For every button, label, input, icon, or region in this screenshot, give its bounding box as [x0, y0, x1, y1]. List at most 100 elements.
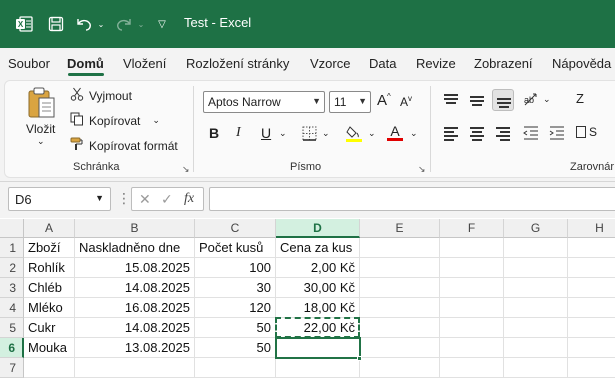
cell-F1[interactable] — [440, 238, 504, 258]
cell-E7[interactable] — [360, 358, 440, 378]
font-launcher-icon[interactable]: ↘ — [418, 164, 426, 175]
bold-button[interactable]: B — [209, 125, 219, 141]
font-name-select[interactable]: Aptos Narrow ▼ — [203, 91, 325, 113]
row-header[interactable]: 5 — [0, 318, 24, 338]
underline-dropdown-icon[interactable]: ⌄ — [279, 128, 287, 139]
cell-C1[interactable]: Počet kusů — [195, 238, 276, 258]
cell-B6[interactable]: 13.08.2025 — [75, 338, 195, 358]
underline-button[interactable]: U — [261, 125, 271, 141]
cell-E3[interactable] — [360, 278, 440, 298]
format-painter-button[interactable]: Kopírovat formát — [70, 137, 178, 154]
borders-dropdown-icon[interactable]: ⌄ — [322, 128, 330, 139]
undo-icon[interactable] — [74, 14, 94, 34]
merge-center-icon[interactable]: S — [576, 125, 597, 139]
clipboard-launcher-icon[interactable]: ↘ — [182, 164, 190, 175]
tab-data[interactable]: Data — [369, 56, 396, 71]
column-header[interactable]: C — [195, 219, 276, 238]
paste-icon[interactable] — [26, 86, 60, 120]
cell-F4[interactable] — [440, 298, 504, 318]
cell-H7[interactable] — [568, 358, 615, 378]
orientation-dropdown-icon[interactable]: ⌄ — [543, 94, 551, 105]
cell-E2[interactable] — [360, 258, 440, 278]
cell-G2[interactable] — [504, 258, 568, 278]
borders-icon[interactable] — [302, 126, 317, 141]
column-header[interactable]: F — [440, 219, 504, 238]
cell-H6[interactable] — [568, 338, 615, 358]
row-header[interactable]: 1 — [0, 238, 24, 258]
tab-soubor[interactable]: Soubor — [8, 56, 50, 71]
formula-input[interactable] — [209, 187, 615, 211]
cell-D3[interactable]: 30,00 Kč — [276, 278, 360, 298]
cell-E1[interactable] — [360, 238, 440, 258]
cell-G5[interactable] — [504, 318, 568, 338]
tab-rozlozeni-stranky[interactable]: Rozložení stránky — [186, 56, 289, 71]
paste-label[interactable]: Vložit — [26, 122, 55, 136]
column-header[interactable]: E — [360, 219, 440, 238]
cell-G4[interactable] — [504, 298, 568, 318]
tab-napoveda[interactable]: Nápověda — [552, 56, 611, 71]
insert-function-icon[interactable]: fx — [184, 191, 194, 207]
font-color-dropdown-icon[interactable]: ⌄ — [410, 128, 418, 139]
cell-B5[interactable]: 14.08.2025 — [75, 318, 195, 338]
cell-H3[interactable] — [568, 278, 615, 298]
copy-button[interactable]: Kopírovat ⌄ — [70, 112, 160, 129]
increase-font-size-icon[interactable]: A^ — [377, 92, 391, 109]
align-left-icon[interactable] — [440, 123, 462, 145]
row-header[interactable]: 2 — [0, 258, 24, 278]
fill-handle[interactable] — [357, 356, 362, 361]
row-header[interactable]: 3 — [0, 278, 24, 298]
confirm-icon[interactable]: ✓ — [161, 191, 173, 208]
cell-D4[interactable]: 18,00 Kč — [276, 298, 360, 318]
decrease-indent-icon[interactable] — [522, 125, 540, 141]
align-center-icon[interactable] — [466, 123, 488, 145]
cell-C3[interactable]: 30 — [195, 278, 276, 298]
align-middle-icon[interactable] — [466, 89, 488, 111]
cell-E4[interactable] — [360, 298, 440, 318]
cell-A4[interactable]: Mléko — [24, 298, 75, 318]
row-header-selected[interactable]: 6 — [0, 338, 24, 358]
increase-indent-icon[interactable] — [548, 125, 566, 141]
cancel-icon[interactable]: ✕ — [139, 191, 151, 208]
redo-dropdown-icon[interactable]: ⌄ — [136, 14, 146, 34]
cell-H4[interactable] — [568, 298, 615, 318]
column-header[interactable]: H — [568, 219, 615, 238]
italic-button[interactable]: I — [236, 125, 241, 141]
cell-C4[interactable]: 120 — [195, 298, 276, 318]
cell-A7[interactable] — [24, 358, 75, 378]
fill-color-icon[interactable] — [346, 124, 362, 142]
paste-dropdown-icon[interactable]: ⌄ — [37, 136, 45, 147]
tab-vzorce[interactable]: Vzorce — [310, 56, 350, 71]
save-icon[interactable] — [46, 14, 66, 34]
cell-H1[interactable] — [568, 238, 615, 258]
cell-C7[interactable] — [195, 358, 276, 378]
cell-A3[interactable]: Chléb — [24, 278, 75, 298]
cell-A5[interactable]: Cukr — [24, 318, 75, 338]
cell-D1[interactable]: Cena za kus — [276, 238, 360, 258]
redo-icon[interactable] — [114, 14, 134, 34]
cell-D2[interactable]: 2,00 Kč — [276, 258, 360, 278]
row-header[interactable]: 4 — [0, 298, 24, 318]
tab-revize[interactable]: Revize — [416, 56, 456, 71]
cell-F3[interactable] — [440, 278, 504, 298]
cell-B7[interactable] — [75, 358, 195, 378]
cell-F6[interactable] — [440, 338, 504, 358]
align-bottom-icon[interactable] — [492, 89, 514, 111]
cell-B4[interactable]: 16.08.2025 — [75, 298, 195, 318]
cell-B1[interactable]: Naskladněno dne — [75, 238, 195, 258]
cell-G3[interactable] — [504, 278, 568, 298]
cell-E5[interactable] — [360, 318, 440, 338]
cut-button[interactable]: Vyjmout — [70, 87, 132, 104]
cell-B2[interactable]: 15.08.2025 — [75, 258, 195, 278]
cell-A1[interactable]: Zboží — [24, 238, 75, 258]
wrap-text-icon[interactable]: Z — [576, 91, 584, 106]
more-options-icon[interactable]: ⋮ — [117, 190, 131, 207]
cell-F2[interactable] — [440, 258, 504, 278]
align-top-icon[interactable] — [440, 89, 462, 111]
row-header[interactable]: 7 — [0, 358, 24, 378]
quick-access-customize-icon[interactable]: ▽ — [156, 14, 168, 34]
orientation-icon[interactable]: ab — [522, 91, 540, 107]
cell-G1[interactable] — [504, 238, 568, 258]
cell-G6[interactable] — [504, 338, 568, 358]
cell-C6[interactable]: 50 — [195, 338, 276, 358]
decrease-font-size-icon[interactable]: Av — [400, 94, 412, 109]
